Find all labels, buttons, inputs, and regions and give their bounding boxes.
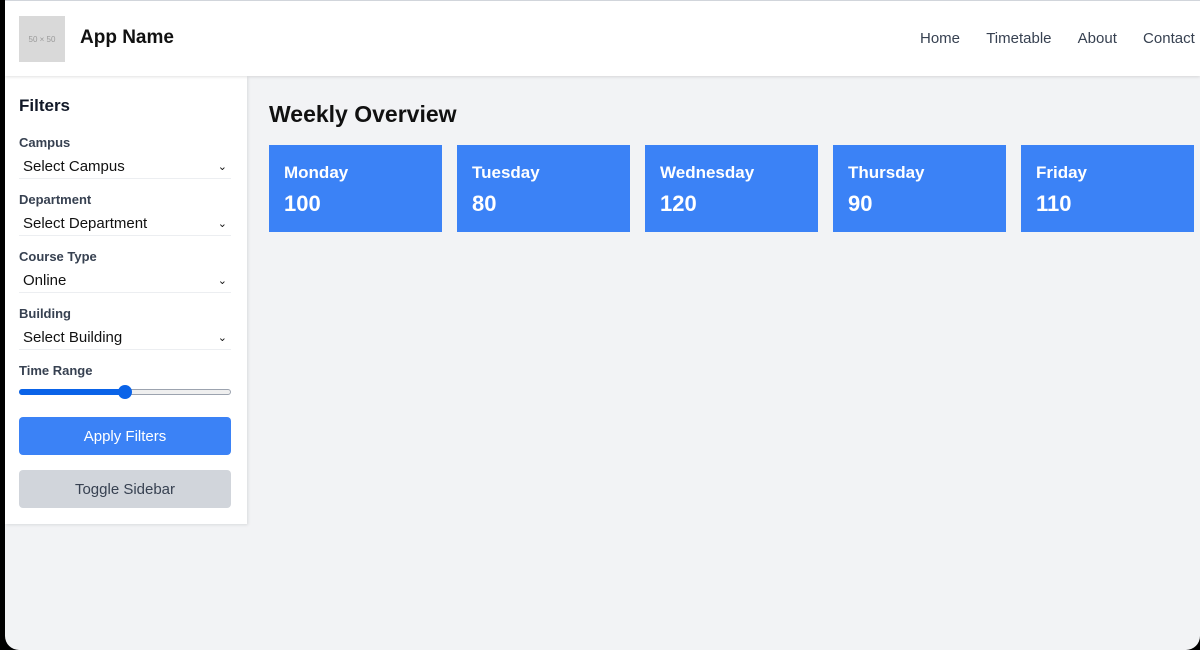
card-day-label: Wednesday [660, 163, 755, 182]
card-value: 80 [472, 191, 497, 216]
card-day-label: Tuesday [472, 163, 540, 182]
course-type-label: Course Type [19, 249, 97, 264]
page-title: Weekly Overview [269, 101, 457, 127]
day-card-tuesday: Tuesday 80 [457, 145, 630, 232]
card-day-label: Thursday [848, 163, 925, 182]
time-range-label: Time Range [19, 363, 93, 378]
nav-contact[interactable]: Contact [1143, 30, 1195, 47]
slider-thumb[interactable] [118, 385, 132, 399]
chevron-down-icon: ⌄ [217, 274, 227, 287]
department-select[interactable]: Select Department ⌄ [19, 211, 231, 236]
card-day-label: Monday [284, 163, 349, 182]
department-label: Department [19, 192, 92, 207]
campus-select-value: Select Campus [23, 157, 125, 175]
day-card-thursday: Thursday 90 [833, 145, 1006, 232]
nav-about[interactable]: About [1078, 30, 1117, 47]
course-type-select-value: Online [23, 271, 67, 289]
card-value: 120 [660, 191, 697, 216]
top-header: 50 × 50 App Name Home Timetable About Co… [5, 1, 1200, 76]
weekly-cards: Monday 100 Tuesday 80 Wednesday 120 Thur… [269, 145, 1200, 232]
building-select[interactable]: Select Building ⌄ [19, 325, 231, 350]
building-select-value: Select Building [23, 328, 123, 346]
chevron-down-icon: ⌄ [217, 160, 227, 173]
app-window: 50 × 50 App Name Home Timetable About Co… [5, 0, 1200, 650]
building-label: Building [19, 306, 71, 321]
campus-select[interactable]: Select Campus ⌄ [19, 154, 231, 179]
nav-home[interactable]: Home [920, 30, 960, 47]
sidebar-title: Filters [19, 96, 71, 115]
day-card-wednesday: Wednesday 120 [645, 145, 818, 232]
slider-fill [19, 389, 125, 395]
card-value: 110 [1036, 191, 1072, 216]
day-card-monday: Monday 100 [269, 145, 442, 232]
card-day-label: Friday [1036, 163, 1088, 182]
chevron-down-icon: ⌄ [217, 331, 227, 344]
chevron-down-icon: ⌄ [217, 217, 227, 230]
course-type-select[interactable]: Online ⌄ [19, 268, 231, 293]
apply-filters-button[interactable]: Apply Filters [19, 417, 231, 455]
main-nav: Home Timetable About Contact [920, 30, 1200, 47]
department-select-value: Select Department [23, 214, 148, 232]
card-value: 100 [284, 191, 321, 216]
filters-sidebar: Filters Campus Select Campus ⌄ Departmen… [5, 76, 247, 524]
day-card-friday: Friday 110 [1021, 145, 1194, 232]
nav-timetable[interactable]: Timetable [986, 30, 1051, 47]
campus-label: Campus [19, 135, 71, 150]
toggle-sidebar-button[interactable]: Toggle Sidebar [19, 470, 231, 508]
time-range-slider[interactable] [19, 384, 231, 399]
logo-placeholder: 50 × 50 [19, 16, 65, 62]
card-value: 90 [848, 191, 873, 216]
app-name: App Name [80, 27, 174, 48]
